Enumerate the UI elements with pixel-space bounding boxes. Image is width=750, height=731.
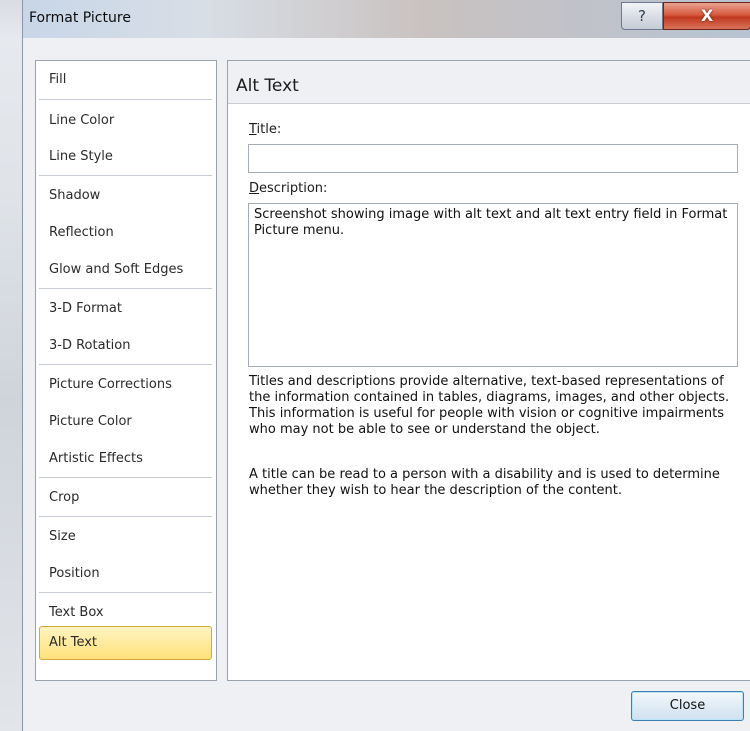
- alt-text-description-input[interactable]: Screenshot showing image with alt text a…: [248, 203, 738, 367]
- close-icon: X: [700, 6, 714, 25]
- category-sidebar: Fill Line Color Line Style Shadow Reflec…: [35, 60, 217, 681]
- title-label-text: itle:: [256, 122, 282, 137]
- sidebar-item-line-style[interactable]: Line Style: [39, 140, 212, 174]
- sidebar-item-label: Text Box: [49, 605, 104, 620]
- sidebar-item-label: Line Style: [49, 149, 113, 164]
- format-picture-dialog: Format Picture ? X Fill Line Color Line …: [22, 0, 750, 731]
- alt-text-panel: Alt Text Title: Description: Screenshot …: [227, 60, 750, 681]
- sidebar-item-label: Crop: [49, 490, 80, 505]
- description-field-label: Description:: [249, 181, 327, 196]
- sidebar-divider: [39, 516, 212, 517]
- background-desktop-strip: [0, 0, 22, 731]
- title-label-mnemonic: T: [249, 122, 257, 137]
- sidebar-item-label: Glow and Soft Edges: [49, 262, 184, 277]
- sidebar-item-size[interactable]: Size: [39, 520, 212, 554]
- sidebar-item-artistic-effects[interactable]: Artistic Effects: [39, 442, 212, 476]
- sidebar-item-label: Artistic Effects: [49, 451, 143, 466]
- sidebar-divider: [39, 288, 212, 289]
- description-label-mnemonic: D: [249, 181, 260, 196]
- help-text-title-usage: A title can be read to a person with a d…: [249, 467, 720, 498]
- sidebar-item-crop[interactable]: Crop: [39, 481, 212, 515]
- sidebar-item-label: 3-D Rotation: [49, 338, 131, 353]
- sidebar-item-label: Size: [49, 529, 76, 544]
- close-button-label: Close: [669, 698, 706, 713]
- sidebar-item-label: Line Color: [49, 113, 115, 128]
- close-button[interactable]: Close: [631, 691, 744, 721]
- sidebar-item-3d-format[interactable]: 3-D Format: [39, 292, 212, 326]
- sidebar-item-label: Position: [49, 566, 100, 581]
- description-label-text: escription:: [259, 181, 328, 196]
- sidebar-item-picture-color[interactable]: Picture Color: [39, 405, 212, 439]
- sidebar-item-label: Picture Color: [49, 414, 132, 429]
- sidebar-item-3d-rotation[interactable]: 3-D Rotation: [39, 329, 212, 363]
- sidebar-item-picture-corrections[interactable]: Picture Corrections: [39, 368, 212, 402]
- help-icon: ?: [638, 7, 646, 25]
- sidebar-divider: [39, 477, 212, 478]
- panel-header: Alt Text: [228, 61, 750, 104]
- title-field-label: Title:: [249, 122, 281, 137]
- title-bar[interactable]: Format Picture ? X: [23, 0, 750, 38]
- sidebar-item-reflection[interactable]: Reflection: [39, 216, 212, 250]
- sidebar-item-label: Shadow: [49, 188, 101, 203]
- sidebar-divider: [39, 592, 212, 593]
- sidebar-item-line-color[interactable]: Line Color: [39, 104, 212, 138]
- window-title: Format Picture: [29, 10, 131, 26]
- sidebar-item-label: Reflection: [49, 225, 114, 240]
- sidebar-item-label: Picture Corrections: [49, 377, 172, 392]
- sidebar-item-shadow[interactable]: Shadow: [39, 179, 212, 213]
- sidebar-item-fill[interactable]: Fill: [39, 63, 212, 97]
- sidebar-divider: [39, 99, 212, 100]
- panel-title: Alt Text: [236, 76, 299, 96]
- sidebar-item-label: 3-D Format: [49, 301, 122, 316]
- sidebar-divider: [39, 364, 212, 365]
- sidebar-item-text-box[interactable]: Text Box: [39, 596, 212, 630]
- help-button[interactable]: ?: [621, 2, 663, 30]
- alt-text-title-input[interactable]: [248, 144, 738, 173]
- help-text-titles-descriptions: Titles and descriptions provide alternat…: [249, 374, 730, 437]
- close-window-button[interactable]: X: [663, 2, 750, 30]
- sidebar-item-glow-soft-edges[interactable]: Glow and Soft Edges: [39, 253, 212, 287]
- sidebar-item-position[interactable]: Position: [39, 557, 212, 591]
- sidebar-item-alt-text[interactable]: Alt Text: [39, 626, 212, 660]
- sidebar-item-label: Fill: [49, 72, 67, 87]
- sidebar-item-label: Alt Text: [49, 635, 98, 650]
- sidebar-divider: [39, 175, 212, 176]
